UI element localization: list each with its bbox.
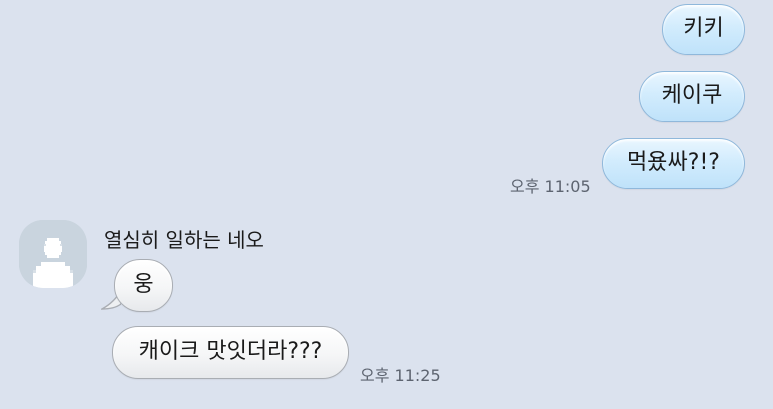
message-timestamp: 오후 11:05	[510, 177, 591, 196]
outgoing-message-bubble[interactable]: 키키	[662, 4, 745, 55]
incoming-message-bubble[interactable]: 웅	[114, 259, 173, 312]
message-text: 먹욨싸?!?	[627, 150, 720, 175]
avatar[interactable]	[19, 220, 87, 288]
message-text: 케이쿠	[661, 83, 723, 108]
message-text: 캐이크 맛잇더라???	[138, 339, 323, 364]
outgoing-message-bubble[interactable]: 먹욨싸?!?	[602, 138, 745, 189]
incoming-message-bubble[interactable]: 캐이크 맛잇더라???	[112, 326, 349, 379]
outgoing-message-bubble[interactable]: 케이쿠	[639, 71, 745, 122]
message-text: 웅	[133, 272, 154, 297]
message-timestamp: 오후 11:25	[360, 366, 441, 385]
sender-name: 열심히 일하는 네오	[104, 228, 264, 252]
message-text: 키키	[683, 16, 724, 41]
default-profile-icon	[19, 220, 87, 288]
chat-room: 키키 케이쿠 먹욨싸?!? 오후 11:05 열심히 일하는 네오 웅 캐이크 …	[0, 0, 773, 409]
